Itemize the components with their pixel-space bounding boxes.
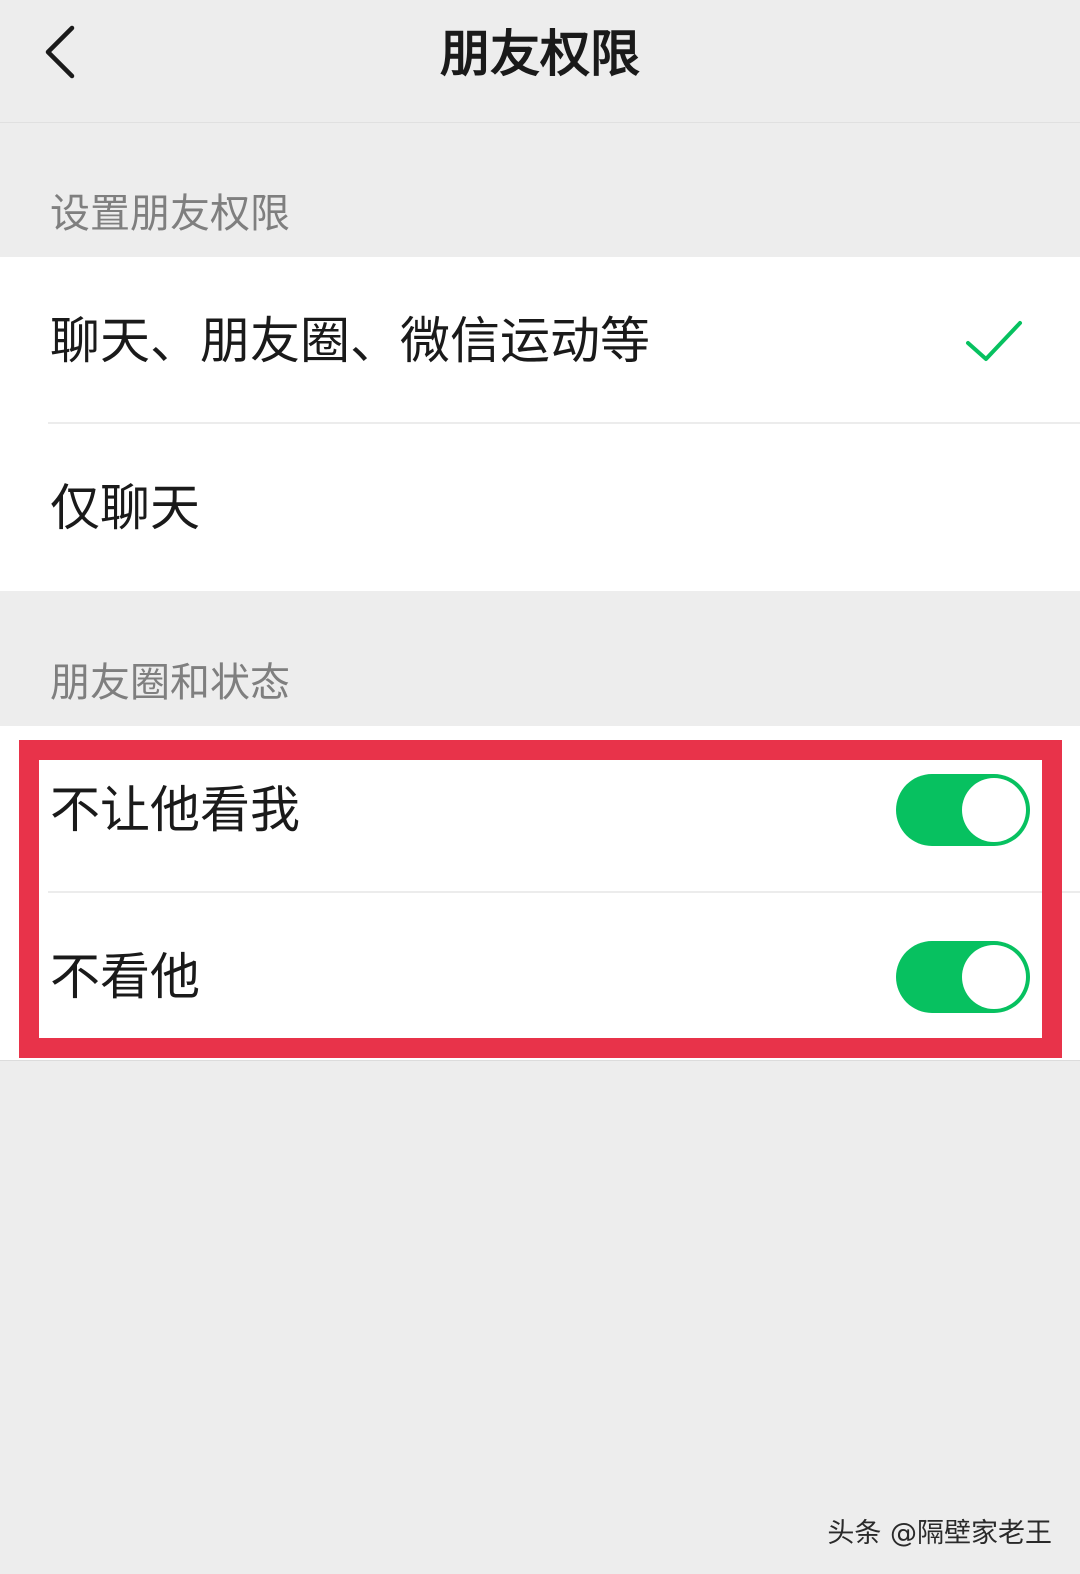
section-header-moments: 朋友圈和状态 [50,660,290,706]
checkmark-icon [966,320,1022,361]
toggle-label: 不看他 [50,947,200,1006]
row-hide-my-moments: 不让他看我 [0,726,1080,893]
watermark: 头条 @隔壁家老王 [827,1518,1052,1549]
hide-my-moments-toggle[interactable] [896,773,1030,846]
moments-toggles-group: 不让他看我 不看他 [0,726,1080,1061]
toggle-knob [962,944,1026,1009]
option-chat-only[interactable]: 仅聊天 [0,424,1080,591]
option-label: 仅聊天 [50,478,200,537]
toggle-label: 不让他看我 [50,780,300,839]
row-hide-their-moments: 不看他 [0,893,1080,1060]
option-chat-moments-werun[interactable]: 聊天、朋友圈、微信运动等 [0,257,1080,424]
hide-their-moments-toggle[interactable] [896,940,1030,1013]
page-title: 朋友权限 [440,25,640,83]
toggle-knob [962,777,1026,842]
nav-bar: 朋友权限 [0,0,1080,123]
permission-options-group: 聊天、朋友圈、微信运动等 仅聊天 [0,257,1080,591]
section-header-permissions: 设置朋友权限 [50,191,290,237]
option-label: 聊天、朋友圈、微信运动等 [50,311,650,370]
